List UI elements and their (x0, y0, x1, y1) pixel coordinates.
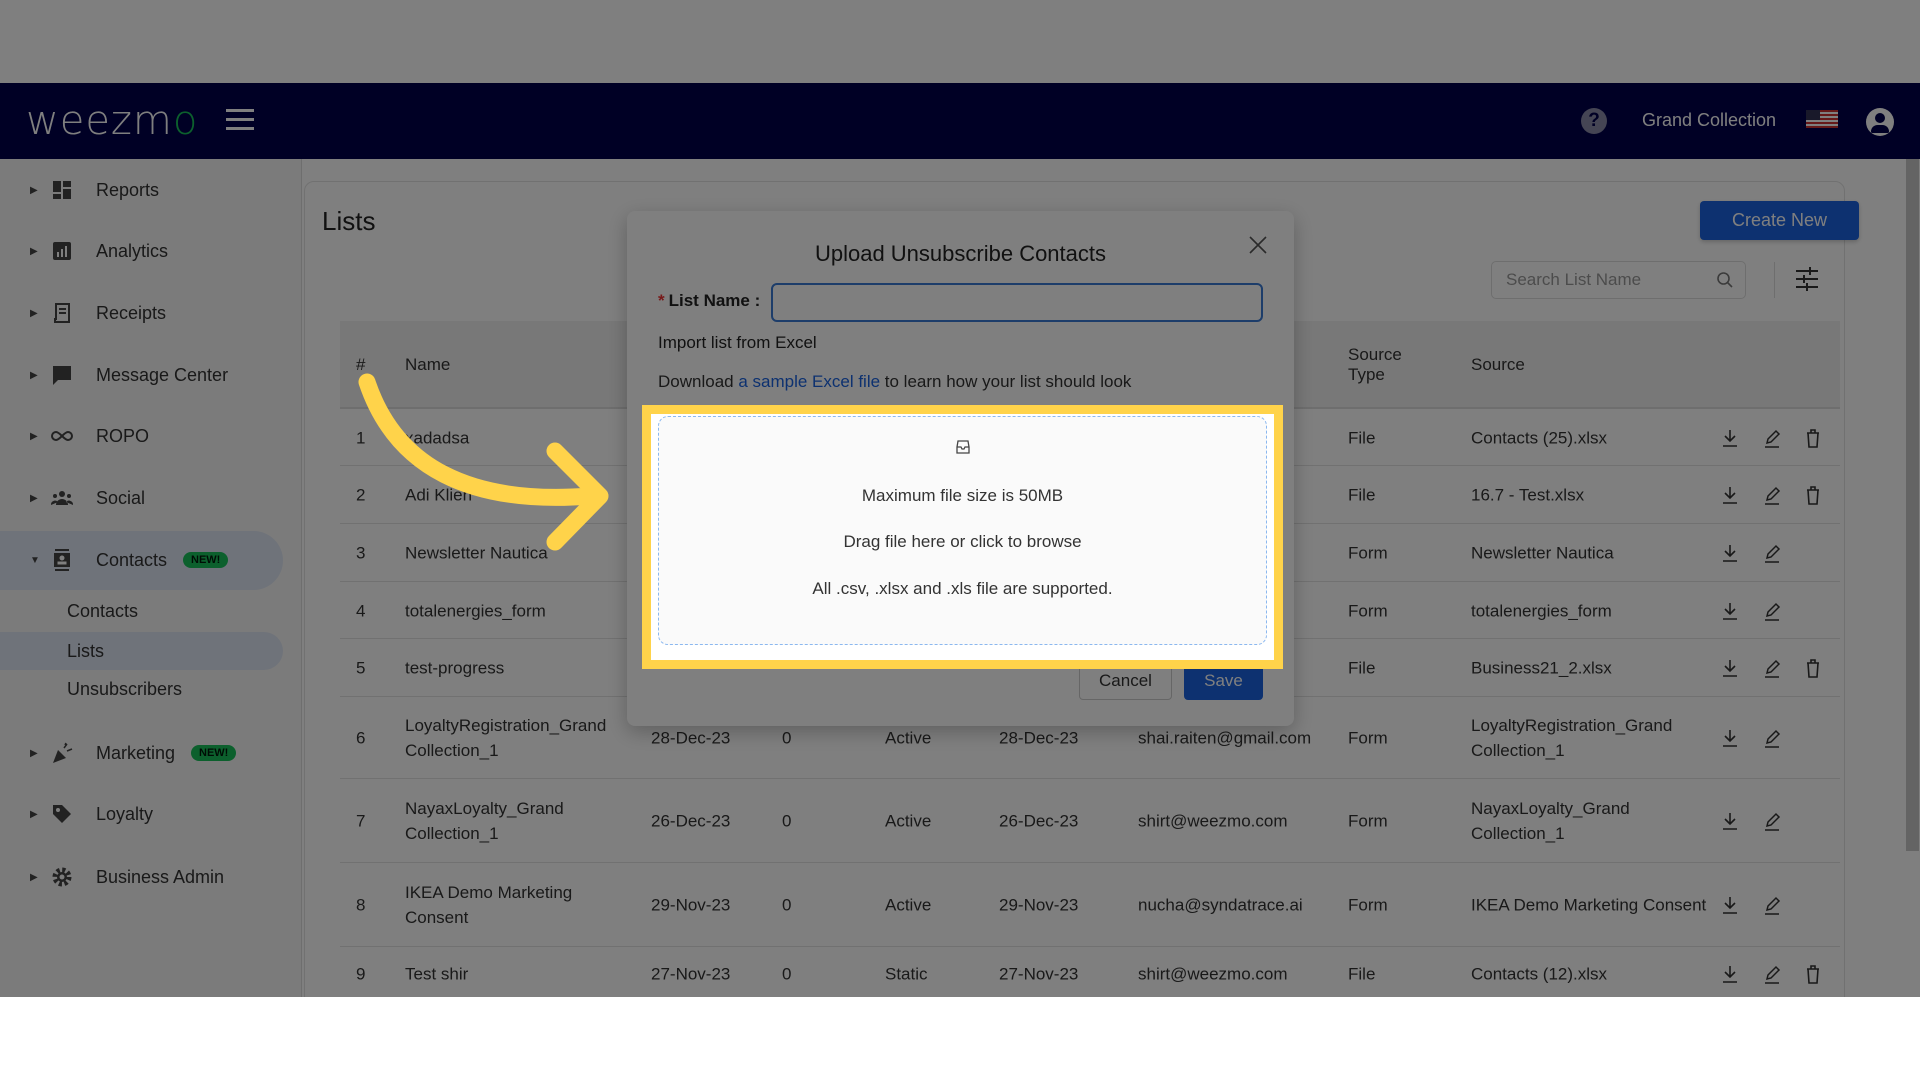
file-dropzone[interactable]: Maximum file size is 50MB Drag file here… (658, 416, 1267, 645)
supported-formats: All .csv, .xlsx and .xls file are suppor… (812, 579, 1113, 598)
max-size-text: Maximum file size is 50MB (861, 486, 1064, 505)
drag-instruction: Drag file here or click to browse (843, 532, 1082, 551)
highlight-frame: Maximum file size is 50MB Drag file here… (642, 405, 1283, 669)
bottom-margin (0, 997, 1920, 1080)
inbox-icon (956, 440, 970, 454)
